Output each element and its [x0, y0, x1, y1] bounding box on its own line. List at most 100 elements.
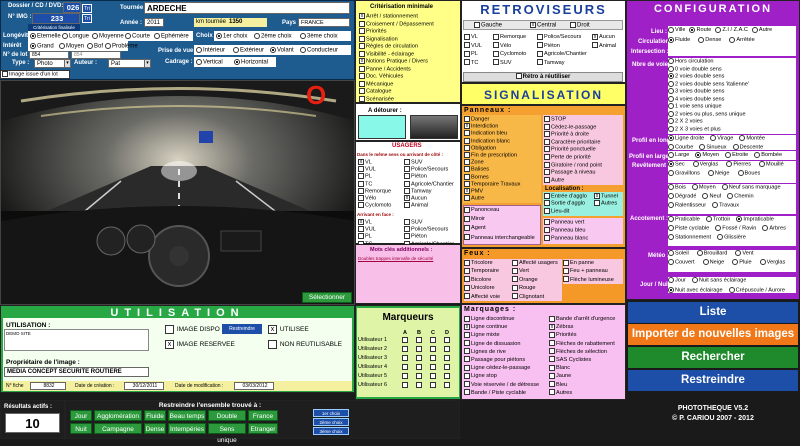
us_l1-vl[interactable]: x VL — [358, 159, 406, 166]
circ-fluide[interactable]: Fluide — [668, 36, 690, 45]
radio-button[interactable] — [668, 216, 674, 222]
radio-button[interactable] — [668, 151, 674, 158]
restreindre-btn-beau-temps[interactable]: Beau temps — [168, 410, 206, 421]
checkbox[interactable] — [549, 315, 555, 322]
radio-button[interactable] — [759, 259, 766, 265]
accb-arbres[interactable]: Arbres — [762, 225, 786, 232]
revet-neige[interactable]: Neige — [707, 170, 730, 177]
checkbox[interactable] — [464, 137, 470, 144]
acct-travaux[interactable]: Travaux — [712, 202, 739, 209]
checkbox[interactable] — [404, 187, 410, 194]
checkbox[interactable] — [493, 50, 499, 57]
nbv-1-voie-sens-unique[interactable]: 1 voie sens unique — [668, 103, 796, 111]
pnc-miroir[interactable]: Miroir — [464, 215, 542, 224]
checkbox[interactable] — [594, 200, 600, 207]
restreindre-btn-nuit[interactable]: Nuit — [70, 423, 92, 434]
marqueur-checkbox[interactable] — [443, 346, 450, 352]
rt2-cyclomoto[interactable]: Cyclomoto — [493, 50, 538, 59]
mq_l-passage-pour-pietons[interactable]: Passage pour piétons — [464, 356, 549, 364]
critmin-notions-pratique-divers[interactable]: x Notions Pratique / Divers — [359, 58, 459, 66]
mq_l-ligne-cedez-le-passage[interactable]: Ligne cédez-le-passage — [464, 364, 549, 372]
circ-dense[interactable]: Dense — [698, 36, 721, 45]
choix-opt-3[interactable]: 3ème choix — [300, 33, 338, 40]
auteur-dropdown-icon[interactable]: ▾ — [144, 59, 151, 68]
checkbox[interactable] — [563, 259, 569, 266]
checkbox[interactable] — [359, 50, 365, 57]
checkbox[interactable] — [537, 42, 543, 49]
checkbox[interactable] — [544, 116, 550, 122]
mq_r-sas-cyclistes[interactable]: SAS Cyclistes — [549, 356, 625, 364]
plarg-moyen[interactable]: Moyen — [695, 151, 719, 159]
checkbox[interactable] — [549, 340, 555, 347]
prise-opt-exterieur[interactable]: Extérieur — [233, 47, 264, 54]
checkbox[interactable] — [537, 50, 543, 57]
pn_l-indication-blanc[interactable]: Indication blanc — [464, 137, 542, 145]
loc-entree-d-agglo[interactable]: Entrée d'agglo — [544, 193, 592, 200]
fx1-bicolore[interactable]: Bicolore — [464, 276, 512, 284]
radio-button[interactable] — [668, 135, 674, 141]
pn_r-autre[interactable]: Autre — [544, 176, 624, 185]
mq_l-bande-piste-cyclable[interactable]: Bande / Piste cyclable — [464, 389, 549, 397]
meteo-couvert[interactable]: Couvert — [668, 259, 695, 266]
marqueur-checkbox[interactable] — [401, 382, 408, 388]
fx1-unicolore[interactable]: Unicolore — [464, 284, 512, 292]
checkbox[interactable] — [404, 226, 410, 233]
checkbox[interactable] — [464, 276, 470, 283]
mq_r-autres[interactable]: Autres — [549, 389, 625, 397]
checkbox[interactable] — [464, 284, 470, 291]
marqueur-checkbox[interactable] — [429, 337, 436, 343]
checkbox[interactable] — [464, 234, 470, 241]
checkbox[interactable] — [464, 195, 470, 202]
radio-button[interactable] — [668, 58, 674, 64]
us_r1-police-secours[interactable]: Police/Secours — [404, 166, 460, 173]
us_r2-pieton[interactable]: Piéton — [404, 233, 460, 240]
checkbox[interactable]: x — [359, 13, 365, 19]
checkbox[interactable] — [359, 43, 365, 49]
checkbox[interactable] — [549, 364, 555, 371]
us_l2-pl[interactable]: PL — [358, 233, 406, 240]
mq_l-ligne-continue[interactable]: x Ligne continue — [464, 323, 549, 331]
checkbox[interactable] — [549, 348, 555, 355]
checkbox[interactable] — [464, 356, 470, 363]
fiche-field[interactable]: 8832 — [30, 382, 66, 390]
marqueur-checkbox[interactable] — [415, 373, 422, 379]
marqueur-checkbox[interactable] — [415, 382, 422, 388]
marqueur-checkbox[interactable] — [429, 382, 436, 388]
rt4-aucun[interactable]: x Aucun — [592, 33, 626, 42]
plarg-etroite[interactable]: Etroite — [725, 151, 748, 159]
checkbox[interactable] — [592, 42, 598, 49]
interet-opt-3[interactable]: Bof — [87, 43, 103, 50]
mq_l-ligne-de-dissuasion[interactable]: Ligne de dissuasion — [464, 340, 549, 348]
acct-moyen[interactable]: Moyen — [691, 184, 716, 191]
nlot-field-2[interactable]: 854 — [71, 51, 121, 59]
checkbox[interactable] — [358, 166, 364, 173]
fx1-tricolore[interactable]: Tricolore — [464, 259, 512, 267]
mq_r-fleches-de-rabattement[interactable]: Flèches de rabattement — [549, 340, 625, 348]
checkbox[interactable] — [358, 173, 364, 180]
acct-degrade[interactable]: Dégradé — [668, 193, 696, 200]
radio-button[interactable] — [668, 73, 674, 79]
radio-button[interactable] — [668, 110, 674, 117]
checkbox[interactable] — [359, 73, 365, 79]
checkbox[interactable] — [464, 59, 470, 66]
radio-button[interactable] — [692, 161, 699, 167]
radio-button[interactable] — [715, 225, 722, 231]
radio-button[interactable] — [668, 103, 674, 109]
checkbox[interactable] — [537, 33, 543, 40]
jour-nuit-sans-eclairage[interactable]: Nuit sans éclairage — [691, 277, 746, 285]
radio-button[interactable] — [736, 216, 743, 222]
selectionner-button[interactable]: Sélectionner — [302, 292, 352, 303]
checkbox[interactable] — [544, 200, 550, 207]
interet-opt-2[interactable]: Moyen — [59, 43, 84, 50]
marqueur-checkbox[interactable] — [401, 373, 408, 379]
adetourer-field[interactable] — [358, 115, 406, 139]
checkbox[interactable] — [359, 80, 365, 87]
checkbox[interactable] — [464, 331, 470, 338]
pn_r-passage-a-niveau[interactable]: Passage à niveau — [544, 169, 624, 177]
mq_r-priorites[interactable]: Priorités — [549, 331, 625, 339]
critmin-scenarisee[interactable]: Scénarisée — [359, 95, 459, 104]
pn_l-obligation[interactable]: Obligation — [464, 144, 542, 152]
checkbox[interactable] — [464, 180, 470, 187]
radio-button[interactable] — [668, 80, 674, 87]
creation-field[interactable]: 30/12/2011 — [124, 382, 164, 390]
